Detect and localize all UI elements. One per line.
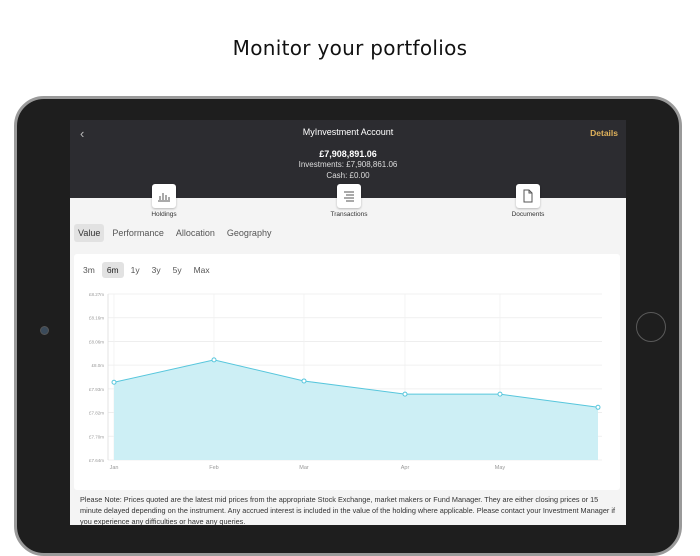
- page-headline: Monitor your portfolios: [232, 36, 468, 60]
- tab-value[interactable]: Value: [74, 224, 105, 242]
- data-point: [497, 391, 503, 397]
- x-tick-label: Jan: [110, 465, 119, 471]
- tab-allocation[interactable]: Allocation: [172, 224, 219, 242]
- chart-card: 3m 6m 1y 3y 5y Max £8.27m £8.16m £8.06m £8.…: [74, 254, 620, 490]
- bar-chart-icon: [152, 184, 176, 208]
- details-button[interactable]: Details: [590, 128, 618, 138]
- x-tick-label: May: [495, 465, 506, 471]
- transactions-label: Transactions: [330, 211, 368, 218]
- document-icon: [516, 184, 540, 208]
- account-title: MyInvestment Account: [302, 127, 394, 137]
- y-tick-label: £7.70m: [89, 434, 104, 439]
- x-tick-label: Feb: [209, 465, 218, 471]
- tablet-camera: [40, 326, 49, 335]
- transactions-button[interactable]: Transactions: [309, 184, 389, 218]
- data-point: [111, 379, 117, 385]
- cash-value: Cash: £0.00: [326, 171, 370, 180]
- data-point: [301, 378, 307, 384]
- data-point: [595, 404, 601, 410]
- documents-label: Documents: [511, 211, 545, 218]
- account-total: £7,908,891.06: [319, 149, 377, 159]
- holdings-label: Holdings: [151, 211, 177, 218]
- y-tick-label: £7.64m: [89, 458, 104, 463]
- tablet-home-button: [636, 312, 666, 342]
- tab-performance[interactable]: Performance: [108, 224, 168, 242]
- y-tick-label: £7.93m: [89, 387, 104, 392]
- data-point: [402, 391, 408, 397]
- y-tick-label: £7.82m: [89, 411, 104, 416]
- list-lines-icon: [337, 184, 361, 208]
- data-point: [211, 357, 217, 363]
- holdings-button[interactable]: Holdings: [124, 184, 204, 218]
- price-disclaimer: Please Note: Prices quoted are the lates…: [80, 495, 616, 525]
- x-tick-label: Mar: [299, 465, 309, 471]
- documents-button[interactable]: Documents: [488, 184, 568, 218]
- y-tick-label: £8.0m: [91, 363, 104, 368]
- investments-value: Investments: £7,908,861.06: [298, 160, 398, 169]
- tab-geography[interactable]: Geography: [223, 224, 276, 242]
- app-screen: ‹ MyInvestment Account Details £7,908,89…: [70, 120, 626, 525]
- y-tick-label: £8.16m: [89, 316, 104, 321]
- view-tabs: Value Performance Allocation Geography: [74, 224, 275, 242]
- value-area: [114, 359, 598, 460]
- y-tick-label: £8.06m: [89, 339, 104, 344]
- x-tick-label: Apr: [401, 465, 410, 471]
- value-chart: £8.27m £8.16m £8.06m £8.0m £7.93m £7.82m £7.70…: [89, 292, 602, 471]
- y-tick-label: £8.27m: [89, 292, 104, 297]
